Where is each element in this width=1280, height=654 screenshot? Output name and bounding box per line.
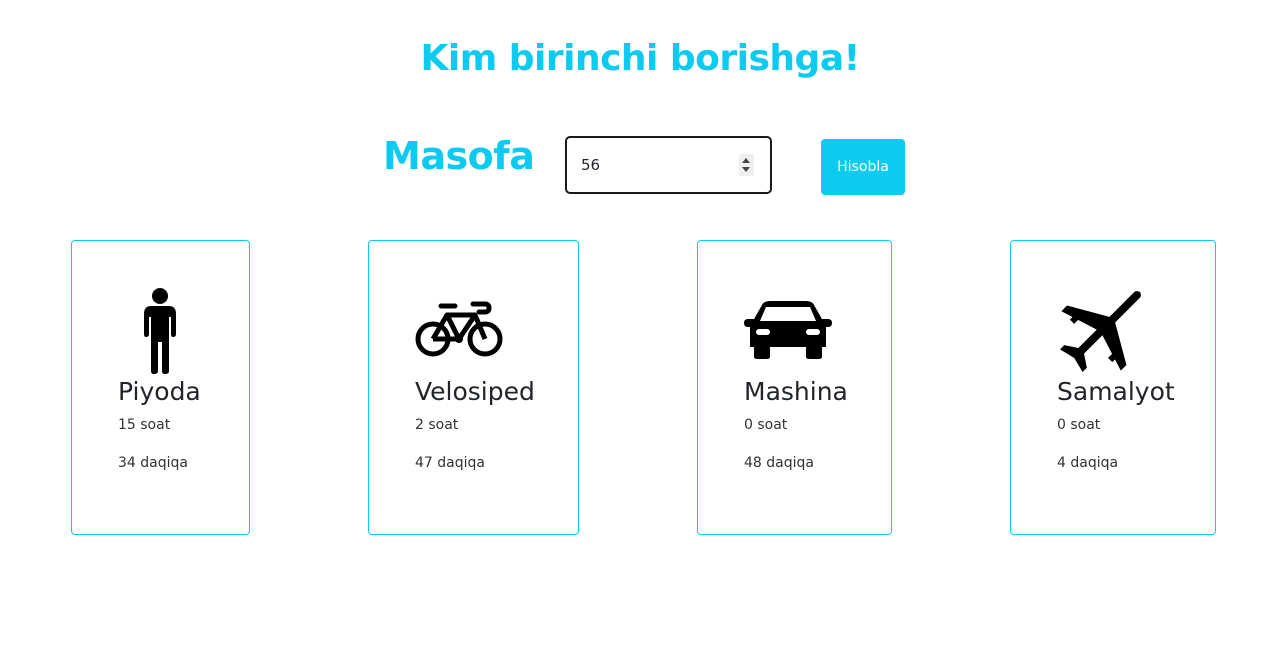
spinner-up-icon[interactable] bbox=[742, 158, 750, 163]
calculate-button[interactable]: Hisobla bbox=[821, 139, 905, 195]
card-minutes: 47 daqiqa bbox=[415, 455, 485, 471]
card-title: Mashina bbox=[744, 377, 848, 406]
card-hours: 0 soat bbox=[744, 417, 788, 433]
page-title: Kim birinchi borishga! bbox=[420, 38, 860, 79]
card-bicycle: Velosiped 2 soat 47 daqiqa bbox=[368, 240, 579, 535]
card-minutes: 48 daqiqa bbox=[744, 455, 814, 471]
card-hours: 0 soat bbox=[1057, 417, 1101, 433]
number-spinner[interactable] bbox=[739, 154, 754, 176]
card-minutes: 34 daqiqa bbox=[118, 455, 188, 471]
card-title: Velosiped bbox=[415, 377, 535, 406]
bicycle-icon bbox=[415, 301, 503, 357]
airplane-icon bbox=[1059, 291, 1141, 373]
card-walking: Piyoda 15 soat 34 daqiqa bbox=[71, 240, 250, 535]
distance-label: Masofa bbox=[383, 134, 535, 178]
spinner-down-icon[interactable] bbox=[742, 167, 750, 172]
card-hours: 15 soat bbox=[118, 417, 171, 433]
card-minutes: 4 daqiqa bbox=[1057, 455, 1119, 471]
car-icon bbox=[744, 301, 832, 359]
card-car: Mashina 0 soat 48 daqiqa bbox=[697, 240, 892, 535]
card-airplane: Samalyot 0 soat 4 daqiqa bbox=[1010, 240, 1216, 535]
card-hours: 2 soat bbox=[415, 417, 459, 433]
distance-input-container[interactable] bbox=[565, 136, 772, 194]
card-title: Piyoda bbox=[118, 377, 201, 406]
card-title: Samalyot bbox=[1057, 377, 1175, 406]
walking-person-icon bbox=[144, 288, 176, 374]
distance-input[interactable] bbox=[581, 138, 741, 192]
